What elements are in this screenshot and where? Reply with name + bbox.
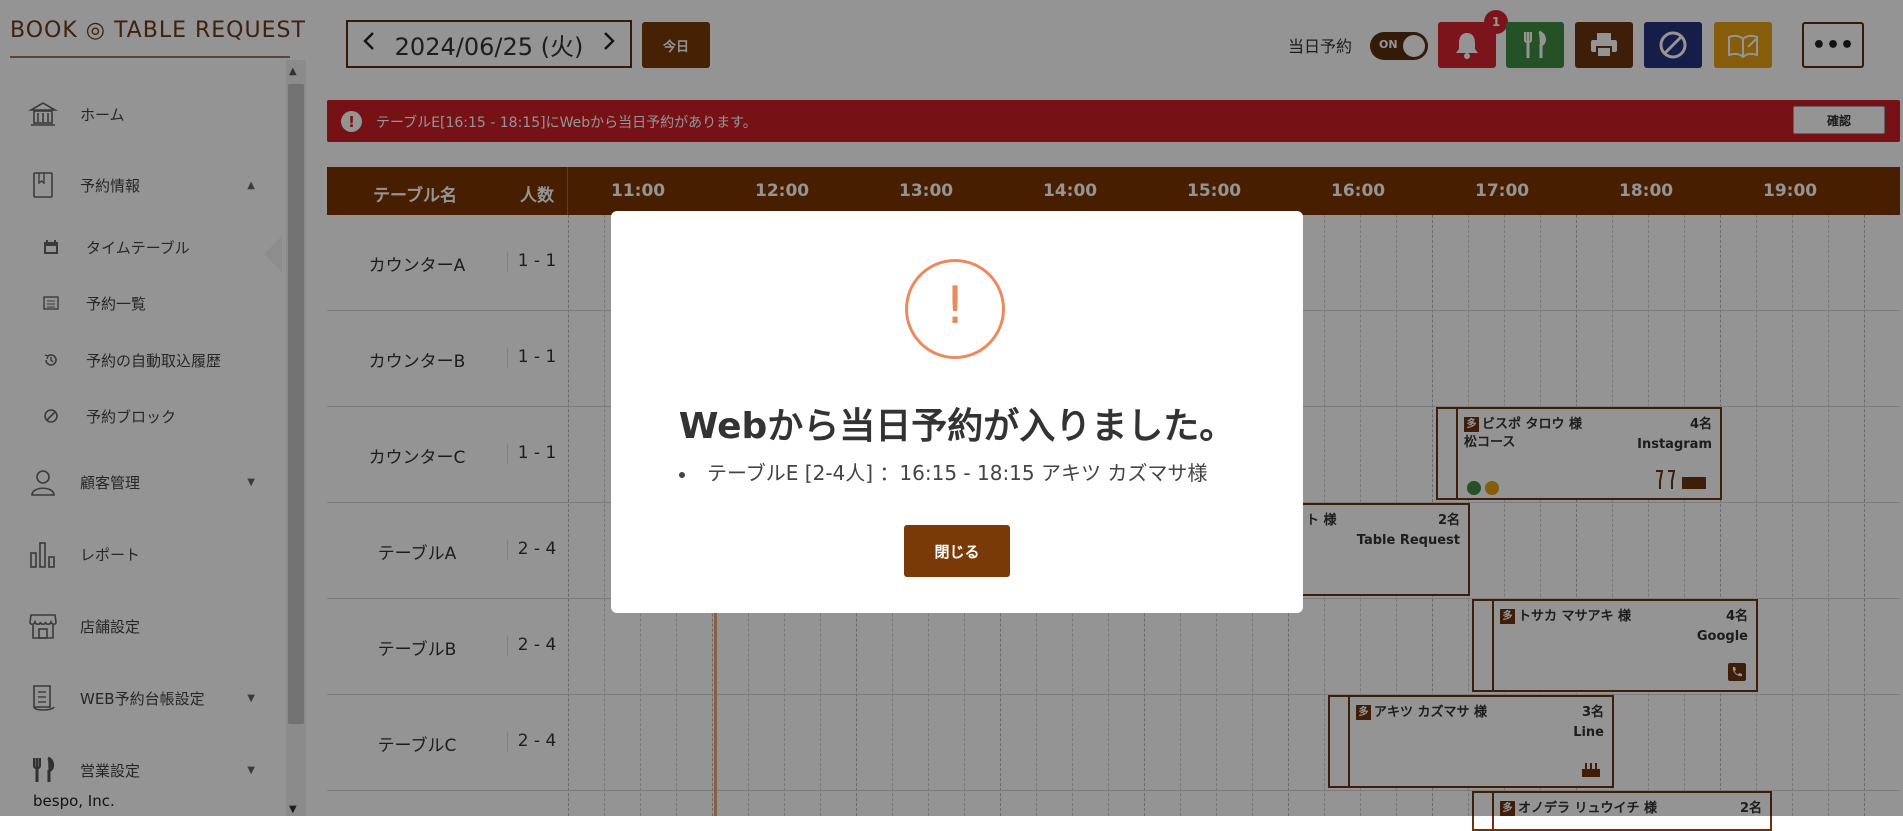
- bullet-icon: [679, 471, 685, 478]
- dialog-list-item: テーブルE [2-4人] ：16:15 - 18:15 アキツ カズマサ様: [679, 457, 1207, 486]
- warning-icon: !: [905, 259, 1005, 359]
- exclamation-icon: !: [944, 276, 966, 336]
- close-button[interactable]: 閉じる: [904, 525, 1010, 577]
- new-reservation-dialog: ! Webから当日予約が入りました。 テーブルE [2-4人] ：16:15 -…: [611, 211, 1303, 613]
- dialog-title: Webから当日予約が入りました。: [678, 406, 1236, 447]
